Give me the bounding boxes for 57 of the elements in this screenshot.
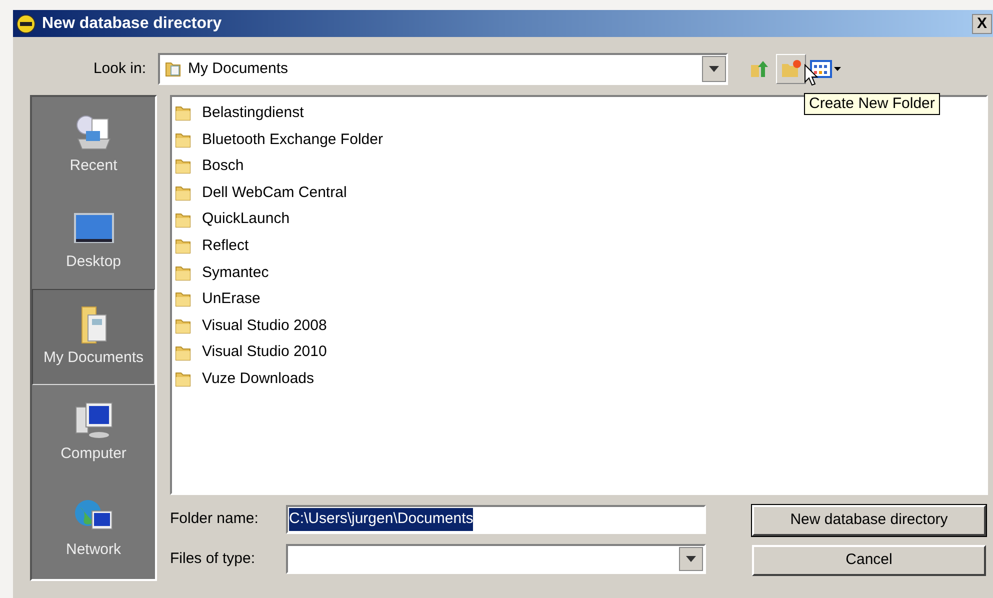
folder-item[interactable]: Visual Studio 2010 [174, 339, 331, 366]
places-label: Desktop [66, 252, 122, 272]
folder-item[interactable]: Symantec [174, 260, 273, 286]
folder-item[interactable]: Dell WebCam Central [174, 180, 351, 206]
caret-icon [686, 556, 696, 562]
caret-icon [834, 67, 841, 71]
window-title: New database directory [42, 14, 222, 34]
look-in-value: My Documents [188, 58, 290, 79]
folder-item[interactable]: Belastingdienst [174, 100, 308, 127]
folder-name-value: C:\Users\jurgen\Documents [289, 508, 474, 531]
mouse-pointer-icon [804, 64, 818, 86]
folder-item[interactable]: Visual Studio 2008 [174, 312, 331, 340]
places-item[interactable]: My Documents [32, 289, 155, 385]
look-in-label: Look in: [92, 58, 147, 79]
places-item[interactable]: Desktop [32, 193, 155, 289]
folder-icon [174, 290, 192, 308]
grid-view-icon [810, 60, 832, 78]
places-item[interactable]: Computer [32, 385, 155, 481]
folder-icon [174, 104, 192, 122]
folder-icon [174, 344, 192, 362]
folder-item[interactable]: Vuze Downloads [174, 366, 318, 393]
folder-icon [174, 184, 192, 202]
folder-item[interactable]: Reflect [174, 232, 253, 260]
files-of-type-dropdown[interactable] [286, 544, 706, 574]
folder-icon [174, 157, 192, 176]
tooltip: Create New Folder [804, 93, 940, 115]
folder-icon [174, 317, 192, 336]
cancel-button[interactable]: Cancel [752, 545, 986, 576]
places-label: Computer [60, 444, 126, 464]
dropdown-button[interactable] [702, 56, 726, 82]
folder-item[interactable]: QuickLaunch [174, 206, 294, 233]
folder-icon [174, 210, 192, 229]
new-folder-icon [780, 59, 802, 79]
places-label: Recent [70, 156, 118, 176]
new-folder-button[interactable] [776, 54, 806, 84]
folder-item[interactable]: Bosch [174, 153, 248, 180]
places-label: Network [66, 540, 121, 560]
folder-icon [174, 264, 192, 282]
folder-item[interactable]: UnErase [174, 286, 264, 313]
folder-name-field[interactable]: C:\Users\jurgen\Documents [286, 505, 706, 534]
app-logo-icon [16, 14, 36, 34]
folder-documents-icon [164, 60, 182, 78]
places-item[interactable]: Network [32, 481, 155, 577]
places-item[interactable]: Recent [32, 97, 155, 193]
folder-name-label: Folder name: [170, 509, 260, 530]
caret-icon [709, 66, 719, 72]
folder-item[interactable]: Bluetooth Exchange Folder [174, 126, 387, 154]
close-button[interactable]: X [972, 14, 992, 34]
files-of-type-label: Files of type: [170, 548, 256, 569]
confirm-button[interactable]: New database directory [752, 505, 986, 536]
look-in-dropdown[interactable]: My Documents [158, 53, 728, 85]
folder-icon [174, 370, 192, 388]
folder-icon [174, 130, 192, 149]
folder-up-arrow-icon [749, 59, 769, 79]
folder-icon [174, 237, 192, 256]
places-label: My Documents [43, 348, 144, 368]
dropdown-button[interactable] [679, 547, 703, 571]
